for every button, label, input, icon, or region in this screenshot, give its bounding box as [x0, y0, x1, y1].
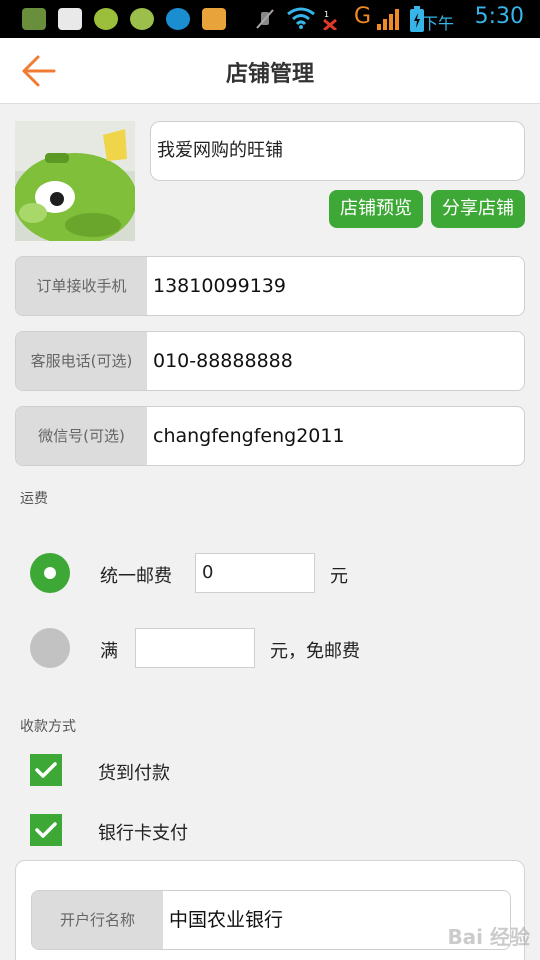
cod-label: 货到付款 — [98, 763, 170, 784]
signal-icon — [377, 9, 399, 30]
wechat-row: 微信号(可选) changfengfeng2011 — [15, 406, 525, 466]
checkmark-icon — [35, 822, 57, 838]
mail-icon — [22, 8, 46, 30]
wechat-icon — [130, 8, 154, 30]
free-shipping-prefix: 满 — [100, 641, 118, 662]
flat-shipping-unit: 元 — [330, 566, 348, 587]
shop-preview-button[interactable]: 店铺预览 — [329, 190, 423, 228]
mute-icon — [256, 9, 274, 29]
service-phone-input[interactable]: 010-88888888 — [153, 332, 293, 390]
flat-shipping-label: 统一邮费 — [100, 566, 172, 587]
browser-icon — [202, 8, 226, 30]
svg-text:1: 1 — [324, 10, 329, 19]
shipping-section-title: 运费 — [20, 491, 48, 507]
order-phone-input[interactable]: 13810099139 — [153, 257, 286, 315]
flat-shipping-input[interactable]: 0 — [195, 553, 315, 593]
network-type: G — [354, 4, 372, 29]
youku-icon — [58, 8, 82, 30]
payment-section-title: 收款方式 — [20, 719, 76, 735]
page-title: 店铺管理 — [225, 62, 314, 87]
shop-name-field[interactable]: 我爱网购的旺铺 — [150, 121, 525, 181]
checkmark-icon — [35, 762, 57, 778]
green-pig-toy-image — [15, 121, 135, 241]
bank-card-checkbox[interactable] — [30, 814, 62, 846]
flat-shipping-radio[interactable] — [30, 553, 70, 593]
cod-checkbox[interactable] — [30, 754, 62, 786]
share-shop-button[interactable]: 分享店铺 — [431, 190, 525, 228]
clock: 5:30 — [474, 4, 524, 29]
app-header: 店铺管理 — [0, 38, 540, 104]
app2-icon — [166, 8, 190, 30]
free-shipping-threshold-input[interactable] — [135, 628, 255, 668]
shop-avatar[interactable] — [15, 121, 135, 241]
order-phone-row: 订单接收手机 13810099139 — [15, 256, 525, 316]
no-signal-icon: 1 — [323, 10, 337, 30]
ampm-label: 下午 — [421, 14, 454, 33]
bank-name-row: 开户行名称 中国农业银行 — [31, 890, 511, 950]
wifi-icon — [287, 7, 315, 29]
bank-card-label: 银行卡支付 — [98, 823, 188, 844]
wechat-input[interactable]: changfengfeng2011 — [153, 407, 345, 465]
watermark: Bai 经验 — [447, 925, 530, 949]
wechat-label: 微信号(可选) — [16, 407, 147, 465]
order-phone-label: 订单接收手机 — [16, 257, 147, 315]
bank-name-label: 开户行名称 — [32, 891, 163, 949]
service-phone-row: 客服电话(可选) 010-88888888 — [15, 331, 525, 391]
service-phone-label: 客服电话(可选) — [16, 332, 147, 390]
status-bar: 1 G 下午 5:30 — [0, 0, 540, 38]
bank-name-input[interactable]: 中国农业银行 — [169, 891, 283, 949]
free-shipping-radio[interactable] — [30, 628, 70, 668]
app-icon — [94, 8, 118, 30]
free-shipping-suffix: 元，免邮费 — [270, 641, 360, 662]
